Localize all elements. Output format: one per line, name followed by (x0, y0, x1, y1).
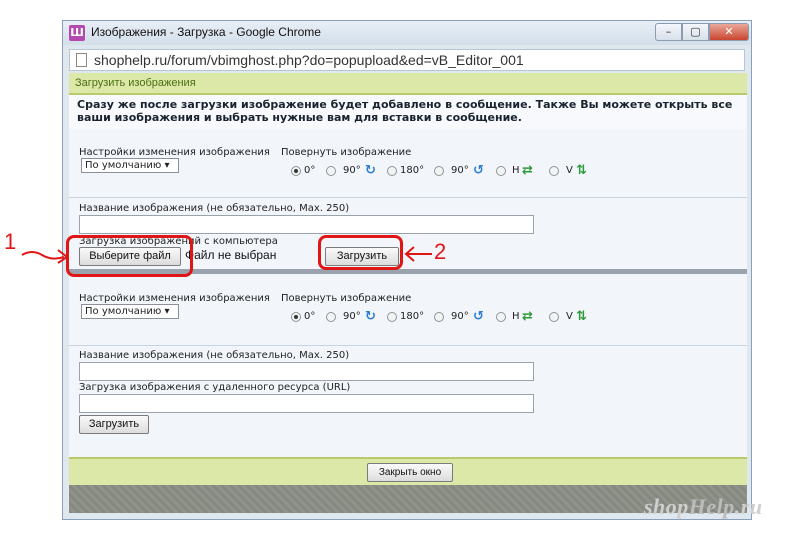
rotate-left-icon: ↺ (473, 163, 484, 178)
rotate-radio-0[interactable] (291, 166, 301, 176)
rotate2-radio-90-left[interactable] (434, 312, 444, 322)
name-label: Название изображения (не обязательно, Ma… (79, 203, 350, 214)
page-content: Загрузить изображения Сразу же после заг… (69, 73, 747, 513)
rotate-label-90-right: 90° (343, 165, 361, 176)
watermark-part-2: Help (688, 494, 735, 519)
resize-select-value-2: По умолчанию (85, 306, 162, 317)
app-icon: Ш (69, 25, 85, 41)
rotate2-label-h: H (512, 311, 520, 322)
rotate-radio-v[interactable] (549, 166, 559, 176)
rotate2-radio-0[interactable] (291, 312, 301, 322)
watermark-logo: shopHelp.ru (644, 494, 763, 520)
rotate-label-v: V (566, 165, 573, 176)
rotate-label-180: 180° (400, 165, 425, 176)
flip-horizontal-icon: ⇄ (522, 163, 533, 178)
name-input-2[interactable] (79, 362, 534, 381)
annotation-arrow-1 (21, 249, 69, 264)
rotate-radio-90-left[interactable] (434, 166, 444, 176)
close-window-button[interactable]: ✕ (709, 23, 749, 41)
no-file-chosen-text: Файл не выбран (185, 248, 277, 262)
rotate-label-2: Повернуть изображение (281, 293, 412, 304)
upload-button-url[interactable]: Загрузить (79, 415, 149, 434)
rotate2-radio-90-right[interactable] (326, 312, 336, 322)
rotate2-label-v: V (566, 311, 573, 322)
rotate-label-0: 0° (304, 165, 316, 176)
rotate2-label-90-left: 90° (451, 311, 469, 322)
watermark-part-3: .ru (734, 494, 763, 519)
info-text: Сразу же после загрузки изображение буде… (69, 95, 747, 129)
rotate-label-90-left: 90° (451, 165, 469, 176)
rotate-left-icon: ↺ (473, 309, 484, 324)
resize-select-2[interactable]: По умолчанию ▾ (81, 304, 179, 319)
url-input[interactable] (79, 394, 534, 413)
flip-vertical-icon: ⇅ (576, 309, 587, 324)
rotate-label: Повернуть изображение (281, 147, 412, 158)
rotate2-radio-v[interactable] (549, 312, 559, 322)
flip-vertical-icon: ⇅ (576, 163, 587, 178)
resize-select-value: По умолчанию (85, 160, 162, 171)
watermark-part-1: shop (644, 494, 689, 519)
resize-select[interactable]: По умолчанию ▾ (81, 158, 179, 173)
url-label: Загрузка изображения с удаленного ресурс… (79, 382, 351, 393)
annotation-number-1: 1 (4, 229, 17, 254)
window-title: Изображения - Загрузка - Google Chrome (91, 25, 321, 39)
minimize-button[interactable]: – (655, 23, 682, 41)
rotate-right-icon: ↻ (365, 309, 376, 324)
rotate-right-icon: ↻ (365, 163, 376, 178)
resize-label-2: Настройки изменения изображения (79, 293, 270, 304)
rotate-radio-180[interactable] (387, 166, 397, 176)
upload-header: Загрузить изображения (69, 73, 747, 95)
close-popup-button[interactable]: Закрыть окно (367, 463, 453, 482)
maximize-button[interactable]: ▢ (682, 23, 709, 41)
rotate2-label-90-right: 90° (343, 311, 361, 322)
rotate2-radio-180[interactable] (387, 312, 397, 322)
rotate-radio-h[interactable] (496, 166, 506, 176)
rotate2-label-0: 0° (304, 311, 316, 322)
annotation-box-upload (318, 235, 403, 270)
url-text[interactable]: shophelp.ru/forum/vbimghost.php?do=popup… (94, 52, 524, 68)
annotation-number-2: 2 (434, 239, 447, 264)
separator (69, 345, 747, 346)
separator (69, 197, 747, 198)
rotate2-label-180: 180° (400, 311, 425, 322)
address-bar[interactable]: shophelp.ru/forum/vbimghost.php?do=popup… (69, 49, 745, 71)
rotate-label-h: H (512, 165, 520, 176)
name-input[interactable] (79, 215, 534, 234)
annotation-arrow-2 (404, 246, 432, 262)
name-label-2: Название изображения (не обязательно, Ma… (79, 350, 350, 361)
rotate-radio-90-right[interactable] (326, 166, 336, 176)
rotate2-radio-h[interactable] (496, 312, 506, 322)
annotation-box-choose-file (66, 235, 193, 277)
page-icon (76, 53, 87, 67)
resize-label: Настройки изменения изображения (79, 147, 270, 158)
title-bar: Ш Изображения - Загрузка - Google Chrome… (63, 21, 751, 45)
flip-horizontal-icon: ⇄ (522, 309, 533, 324)
